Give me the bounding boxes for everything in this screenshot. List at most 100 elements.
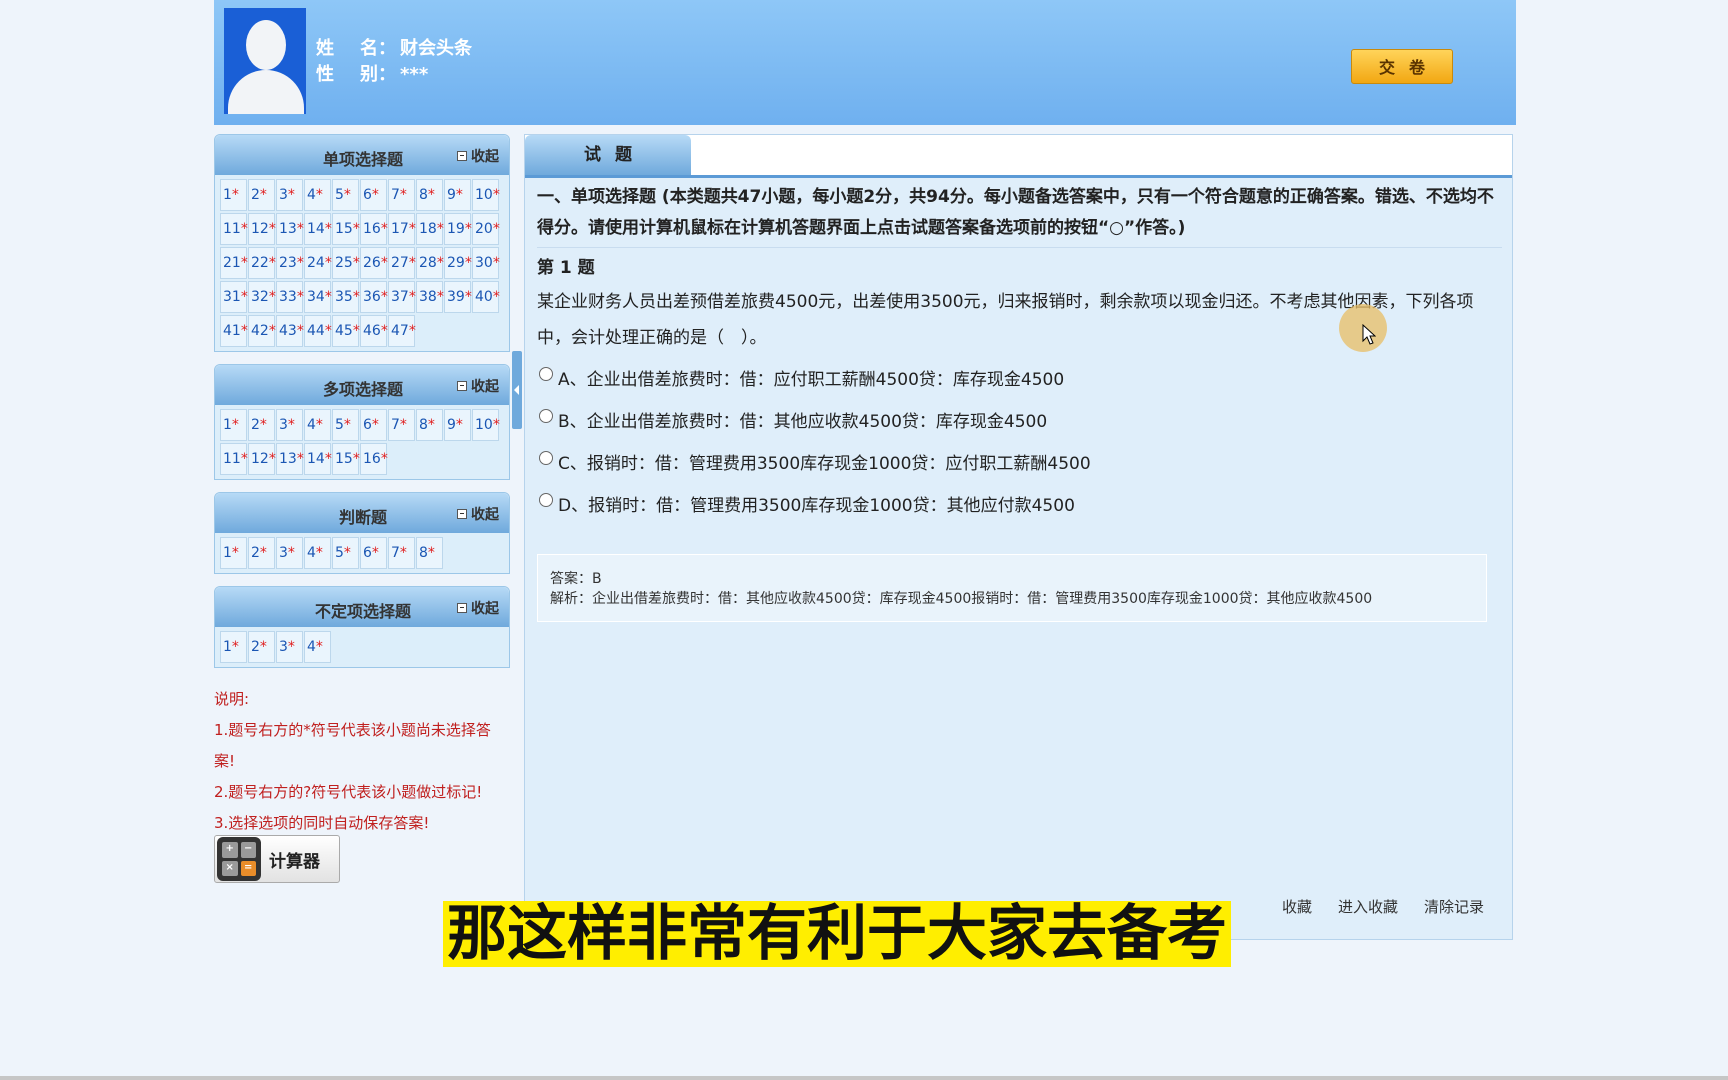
question-number-cell[interactable]: 15 * bbox=[332, 213, 360, 245]
question-number-cell[interactable]: 45 * bbox=[332, 315, 360, 347]
question-number-cell[interactable]: 46 * bbox=[360, 315, 388, 347]
question-number-cell[interactable]: 2 * bbox=[248, 537, 275, 569]
question-number-cell[interactable]: 1 * bbox=[220, 537, 247, 569]
question-number-cell[interactable]: 7 * bbox=[388, 179, 415, 211]
question-number-cell[interactable]: 44 * bbox=[304, 315, 332, 347]
question-number-cell[interactable]: 30 * bbox=[472, 247, 500, 279]
question-number-cell[interactable]: 4 * bbox=[304, 179, 331, 211]
question-number-cell[interactable]: 1 * bbox=[220, 409, 247, 441]
radio-button[interactable] bbox=[539, 367, 553, 381]
question-number-cell[interactable]: 6 * bbox=[360, 409, 387, 441]
question-number-cell[interactable]: 13 * bbox=[276, 213, 304, 245]
question-number-cell[interactable]: 3 * bbox=[276, 409, 303, 441]
question-number-cell[interactable]: 26 * bbox=[360, 247, 388, 279]
question-number-cell[interactable]: 19 * bbox=[444, 213, 472, 245]
question-number-cell[interactable]: 40 * bbox=[472, 281, 500, 313]
question-number-cell[interactable]: 5 * bbox=[332, 179, 359, 211]
question-number-cell[interactable]: 7 * bbox=[388, 537, 415, 569]
question-number-cell[interactable]: 14 * bbox=[304, 443, 332, 475]
question-number-cell[interactable]: 24 * bbox=[304, 247, 332, 279]
question-number-cell[interactable]: 3 * bbox=[276, 537, 303, 569]
question-number-cell[interactable]: 9 * bbox=[444, 409, 471, 441]
question-number-cell[interactable]: 1 * bbox=[220, 631, 247, 663]
question-number-cell[interactable]: 37 * bbox=[388, 281, 416, 313]
question-number-cell[interactable]: 39 * bbox=[444, 281, 472, 313]
question-number-label: 8 bbox=[419, 187, 428, 203]
question-number-cell[interactable]: 13 * bbox=[276, 443, 304, 475]
question-number-cell[interactable]: 32 * bbox=[248, 281, 276, 313]
question-number-cell[interactable]: 47 * bbox=[388, 315, 416, 347]
question-number-cell[interactable]: 11 * bbox=[220, 443, 248, 475]
enter-favorites-link[interactable]: 进入收藏 bbox=[1338, 896, 1398, 917]
question-number-cell[interactable]: 6 * bbox=[360, 179, 387, 211]
question-number-cell[interactable]: 34 * bbox=[304, 281, 332, 313]
collapse-button[interactable]: 收起 bbox=[457, 146, 499, 166]
question-number-cell[interactable]: 1 * bbox=[220, 179, 247, 211]
question-number-cell[interactable]: 17 * bbox=[388, 213, 416, 245]
question-number-cell[interactable]: 42 * bbox=[248, 315, 276, 347]
collapse-button[interactable]: 收起 bbox=[457, 598, 499, 618]
question-number-cell[interactable]: 5 * bbox=[332, 537, 359, 569]
question-number-cell[interactable]: 5 * bbox=[332, 409, 359, 441]
question-content: 一、单项选择题 (本类题共47小题，每小题2分，共94分。每小题备选答案中，只有… bbox=[525, 178, 1512, 622]
unanswered-mark: * bbox=[352, 451, 360, 467]
calculator-button[interactable]: + − × = 计算器 bbox=[214, 835, 340, 883]
question-number-cell[interactable]: 29 * bbox=[444, 247, 472, 279]
question-number-cell[interactable]: 23 * bbox=[276, 247, 304, 279]
question-number-cell[interactable]: 2 * bbox=[248, 631, 275, 663]
option-b[interactable]: B、企业出借差旅费时：借：其他应收款4500贷：库存现金4500 bbox=[537, 398, 1502, 440]
question-number-cell[interactable]: 43 * bbox=[276, 315, 304, 347]
question-number-cell[interactable]: 21 * bbox=[220, 247, 248, 279]
question-number-cell[interactable]: 7 * bbox=[388, 409, 415, 441]
question-number-cell[interactable]: 22 * bbox=[248, 247, 276, 279]
question-number-cell[interactable]: 6 * bbox=[360, 537, 387, 569]
submit-exam-button[interactable]: 交卷 bbox=[1351, 49, 1453, 84]
question-number-cell[interactable]: 18 * bbox=[416, 213, 444, 245]
collapse-button[interactable]: 收起 bbox=[457, 376, 499, 396]
video-caption: 那这样非常有利于大家去备考 bbox=[443, 901, 1231, 967]
unanswered-mark: * bbox=[296, 255, 304, 271]
sidebar-toggle-handle[interactable] bbox=[512, 351, 522, 429]
question-number-cell[interactable]: 16 * bbox=[360, 213, 388, 245]
question-number-cell[interactable]: 12 * bbox=[248, 443, 276, 475]
question-number-cell[interactable]: 14 * bbox=[304, 213, 332, 245]
radio-button[interactable] bbox=[539, 451, 553, 465]
question-number-cell[interactable]: 25 * bbox=[332, 247, 360, 279]
favorite-link[interactable]: 收藏 bbox=[1282, 896, 1312, 917]
clear-records-link[interactable]: 清除记录 bbox=[1424, 896, 1484, 917]
question-number-cell[interactable]: 10 * bbox=[472, 409, 500, 441]
question-number-cell[interactable]: 4 * bbox=[304, 631, 331, 663]
question-number-cell[interactable]: 41 * bbox=[220, 315, 248, 347]
question-number-cell[interactable]: 16 * bbox=[360, 443, 388, 475]
question-number-cell[interactable]: 12 * bbox=[248, 213, 276, 245]
question-number-cell[interactable]: 27 * bbox=[388, 247, 416, 279]
question-number-cell[interactable]: 9 * bbox=[444, 179, 471, 211]
question-number-cell[interactable]: 2 * bbox=[248, 179, 275, 211]
question-number-cell[interactable]: 35 * bbox=[332, 281, 360, 313]
question-number-cell[interactable]: 3 * bbox=[276, 631, 303, 663]
question-number-cell[interactable]: 8 * bbox=[416, 179, 443, 211]
option-d[interactable]: D、报销时：借：管理费用3500库存现金1000贷：其他应付款4500 bbox=[537, 482, 1502, 524]
question-number-cell[interactable]: 3 * bbox=[276, 179, 303, 211]
question-number-cell[interactable]: 11 * bbox=[220, 213, 248, 245]
question-number-cell[interactable]: 15 * bbox=[332, 443, 360, 475]
question-number-cell[interactable]: 36 * bbox=[360, 281, 388, 313]
collapse-button[interactable]: 收起 bbox=[457, 504, 499, 524]
option-a[interactable]: A、企业出借差旅费时：借：应付职工薪酬4500贷：库存现金4500 bbox=[537, 356, 1502, 398]
question-number-cell[interactable]: 31 * bbox=[220, 281, 248, 313]
question-number-cell[interactable]: 10 * bbox=[472, 179, 500, 211]
question-number-cell[interactable]: 8 * bbox=[416, 409, 443, 441]
question-number-cell[interactable]: 4 * bbox=[304, 409, 331, 441]
question-number-cell[interactable]: 28 * bbox=[416, 247, 444, 279]
option-c[interactable]: C、报销时：借：管理费用3500库存现金1000贷：应付职工薪酬4500 bbox=[537, 440, 1502, 482]
tab-questions[interactable]: 试题 bbox=[525, 135, 691, 175]
radio-button[interactable] bbox=[539, 409, 553, 423]
question-number-cell[interactable]: 8 * bbox=[416, 537, 443, 569]
question-number-cell[interactable]: 33 * bbox=[276, 281, 304, 313]
question-number-cell[interactable]: 38 * bbox=[416, 281, 444, 313]
radio-button[interactable] bbox=[539, 493, 553, 507]
question-number-cell[interactable]: 20 * bbox=[472, 213, 500, 245]
question-number-cell[interactable]: 2 * bbox=[248, 409, 275, 441]
question-grid: 1 * 2 * 3 * 4 * 5 * 6 * 7 * 8 * 9 * 10 * 11 * 12 * 13 * 14 * 15 * 16 * bbox=[215, 405, 509, 479]
question-number-cell[interactable]: 4 * bbox=[304, 537, 331, 569]
